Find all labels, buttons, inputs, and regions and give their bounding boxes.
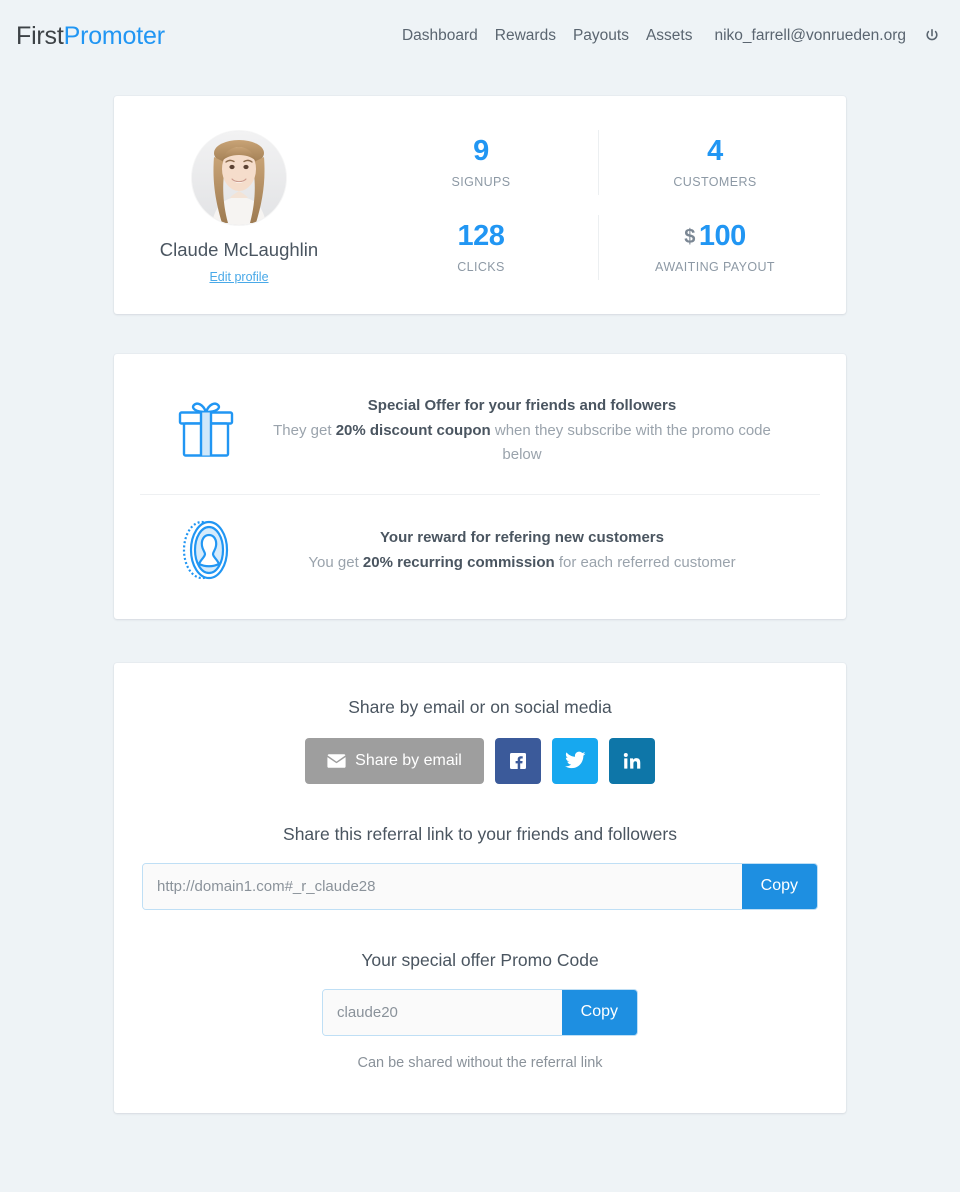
linkedin-share-button[interactable]: [608, 737, 655, 784]
user-email[interactable]: niko_farrell@vonrueden.org: [714, 27, 906, 45]
site-header: FirstPromoter Dashboard Rewards Payouts …: [0, 0, 960, 72]
coin-icon: [158, 519, 254, 581]
linkedin-icon: [622, 751, 642, 771]
twitter-share-button[interactable]: [551, 737, 598, 784]
nav-item-dashboard[interactable]: Dashboard: [402, 27, 478, 45]
referral-link-heading: Share this referral link to your friends…: [283, 823, 677, 844]
offer-card: Special Offer for your friends and follo…: [114, 354, 846, 619]
copy-promo-code-button[interactable]: Copy: [561, 989, 637, 1035]
offer-row-reward: Your reward for refering new customers Y…: [114, 505, 846, 595]
facebook-share-button[interactable]: [494, 737, 541, 784]
offer-friends-subtitle: They get 20% discount coupon when they s…: [254, 419, 790, 466]
share-card: Share by email or on social media Share …: [114, 662, 846, 1113]
stat-signups-value: 9: [473, 134, 489, 167]
share-heading: Share by email or on social media: [348, 696, 612, 717]
offer-divider: [140, 493, 820, 495]
promo-code-note: Can be shared without the referral link: [357, 1054, 603, 1071]
offer-reward-sub-prefix: You get: [308, 553, 363, 571]
offer-friends-title: Special Offer for your friends and follo…: [367, 397, 677, 414]
stats-grid: 9 SIGNUPS 4 CUSTOMERS 128 CLICKS $100 AW…: [364, 120, 846, 290]
promo-code-row: Copy: [142, 971, 818, 1036]
offer-row-friends: Special Offer for your friends and follo…: [114, 380, 846, 480]
offer-reward-title: Your reward for refering new customers: [380, 528, 664, 546]
offer-reward-sub-bold: 20% recurring commission: [362, 553, 555, 571]
avatar: [192, 130, 286, 225]
currency-symbol: $: [684, 225, 695, 248]
logo-second-part: Promoter: [63, 21, 165, 50]
profile-summary: Claude McLaughlin Edit profile: [114, 127, 364, 284]
profile-name: Claude McLaughlin: [159, 238, 319, 260]
stat-customers-value: 4: [707, 134, 723, 167]
copy-referral-link-button[interactable]: Copy: [741, 863, 817, 909]
stat-signups: 9 SIGNUPS: [364, 120, 598, 205]
stat-awaiting-payout-value: $100: [684, 219, 746, 252]
stats-card: Claude McLaughlin Edit profile 9 SIGNUPS…: [114, 96, 846, 314]
main-navigation: Dashboard Rewards Payouts Assets niko_fa…: [402, 27, 940, 45]
promo-code-input[interactable]: [323, 989, 562, 1035]
referral-link-input[interactable]: [143, 863, 742, 909]
share-by-email-button[interactable]: Share by email: [305, 737, 484, 784]
logo[interactable]: FirstPromoter: [16, 22, 165, 51]
nav-item-assets[interactable]: Assets: [646, 27, 693, 45]
stat-signups-label: SIGNUPS: [451, 174, 511, 189]
offer-friends-text: Special Offer for your friends and follo…: [254, 394, 816, 466]
power-icon[interactable]: [924, 28, 940, 44]
twitter-icon: [564, 751, 586, 770]
stat-awaiting-payout-label: AWAITING PAYOUT: [655, 259, 775, 274]
promo-code-group: Copy: [322, 988, 638, 1036]
offer-reward-subtitle: You get 20% recurring commission for eac…: [254, 551, 790, 574]
share-by-email-label: Share by email: [355, 751, 462, 769]
stat-clicks-label: CLICKS: [457, 259, 505, 274]
offer-friends-sub-prefix: They get: [273, 422, 336, 440]
stat-customers-label: CUSTOMERS: [673, 174, 757, 189]
stat-awaiting-payout-number: 100: [698, 219, 746, 252]
envelope-icon: [327, 753, 346, 768]
share-buttons: Share by email: [142, 737, 818, 784]
nav-item-payouts[interactable]: Payouts: [573, 27, 629, 45]
logo-first-part: First: [16, 21, 64, 50]
edit-profile-link[interactable]: Edit profile: [209, 270, 268, 284]
facebook-icon: [508, 751, 528, 771]
stat-customers: 4 CUSTOMERS: [598, 120, 832, 205]
stat-clicks-value: 128: [457, 219, 505, 252]
offer-reward-text: Your reward for refering new customers Y…: [254, 526, 816, 575]
gift-icon: [158, 400, 254, 460]
stat-awaiting-payout: $100 AWAITING PAYOUT: [598, 205, 832, 290]
offer-friends-sub-suffix: when they subscribe with the promo code …: [490, 422, 771, 463]
avatar-photo-icon: [192, 130, 286, 225]
stat-clicks: 128 CLICKS: [364, 205, 598, 290]
nav-item-rewards[interactable]: Rewards: [495, 27, 556, 45]
offer-reward-sub-suffix: for each referred customer: [554, 553, 736, 571]
promo-code-heading: Your special offer Promo Code: [361, 949, 599, 970]
offer-friends-sub-bold: 20% discount coupon: [335, 422, 491, 440]
referral-link-group: Copy: [142, 862, 818, 910]
